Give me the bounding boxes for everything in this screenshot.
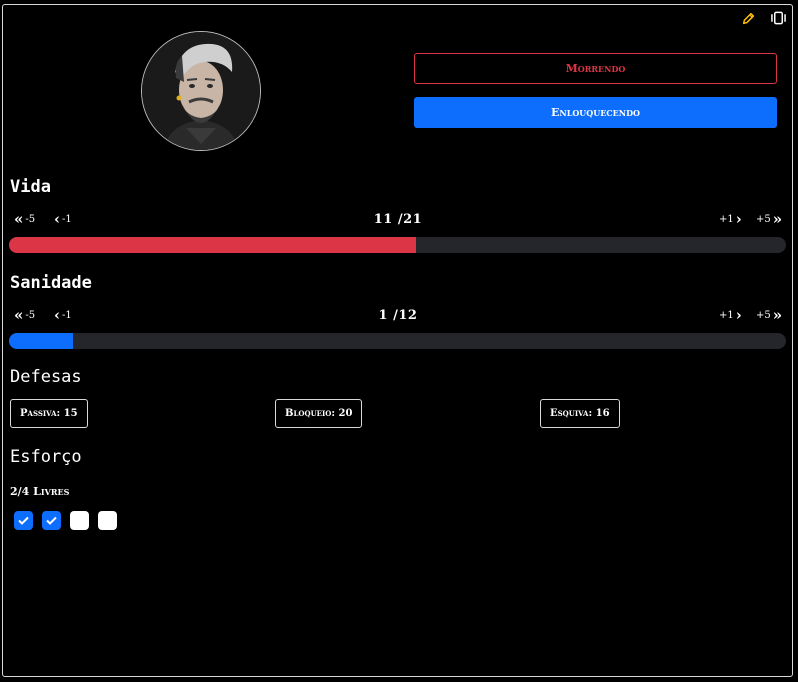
vida-plus5-button[interactable]: +5» bbox=[756, 210, 783, 228]
sanidade-controls: «-5 ‹ -1 1 /12 +1 › +5» bbox=[14, 308, 782, 324]
defesas-title: Defesas bbox=[10, 367, 82, 387]
double-chevron-left-icon: « bbox=[14, 210, 24, 228]
pencil-icon[interactable] bbox=[740, 10, 756, 26]
bloqueio-badge: Bloqueio: 20 bbox=[275, 399, 363, 428]
esforco-checkbox[interactable] bbox=[14, 511, 33, 530]
vida-minus5-button[interactable]: «-5 bbox=[14, 210, 35, 228]
sanidade-minus5-button[interactable]: «-5 bbox=[14, 306, 35, 324]
header-icons bbox=[740, 10, 786, 26]
vida-controls: «-5 ‹ -1 11 /21 +1 › +5» bbox=[14, 212, 782, 228]
double-chevron-right-icon: » bbox=[772, 306, 783, 324]
maddening-button[interactable]: Enlouquecendo bbox=[414, 97, 777, 128]
avatar[interactable] bbox=[141, 31, 261, 151]
vida-value: 11 /21 bbox=[373, 212, 423, 227]
esforco-checkbox[interactable] bbox=[98, 511, 117, 530]
sanidade-plus5-button[interactable]: +5» bbox=[756, 306, 783, 324]
sanidade-plus1-button[interactable]: +1 › bbox=[719, 306, 742, 324]
esforco-free-label: 2/4 Livres bbox=[10, 485, 70, 498]
checkmark-icon bbox=[46, 516, 57, 525]
esforco-checkbox[interactable] bbox=[70, 511, 89, 530]
chevron-right-icon: › bbox=[735, 306, 742, 324]
double-chevron-right-icon: » bbox=[772, 210, 783, 228]
vida-title: Vida bbox=[10, 177, 51, 197]
vida-plus1-button[interactable]: +1 › bbox=[719, 210, 742, 228]
vida-bar bbox=[9, 237, 786, 253]
sanidade-minus1-button[interactable]: ‹ -1 bbox=[54, 306, 72, 324]
checkmark-icon bbox=[18, 516, 29, 525]
esquiva-badge: Esquiva: 16 bbox=[540, 399, 620, 428]
sanidade-title: Sanidade bbox=[10, 273, 92, 293]
dying-button[interactable]: Morrendo bbox=[414, 53, 777, 84]
esforco-checkboxes bbox=[14, 511, 117, 530]
sanidade-value: 1 /12 bbox=[378, 308, 418, 323]
chevron-right-icon: › bbox=[735, 210, 742, 228]
vida-minus1-button[interactable]: ‹ -1 bbox=[54, 210, 72, 228]
esforco-checkbox[interactable] bbox=[42, 511, 61, 530]
panels-icon[interactable] bbox=[770, 10, 786, 26]
sanidade-bar-fill bbox=[9, 333, 74, 349]
esforco-title: Esforço bbox=[10, 447, 82, 467]
chevron-left-icon: ‹ bbox=[54, 210, 60, 228]
vida-bar-fill bbox=[9, 237, 417, 253]
chevron-left-icon: ‹ bbox=[54, 306, 60, 324]
sanidade-bar bbox=[9, 333, 786, 349]
passiva-badge: Passiva: 15 bbox=[10, 399, 88, 428]
double-chevron-left-icon: « bbox=[14, 306, 24, 324]
